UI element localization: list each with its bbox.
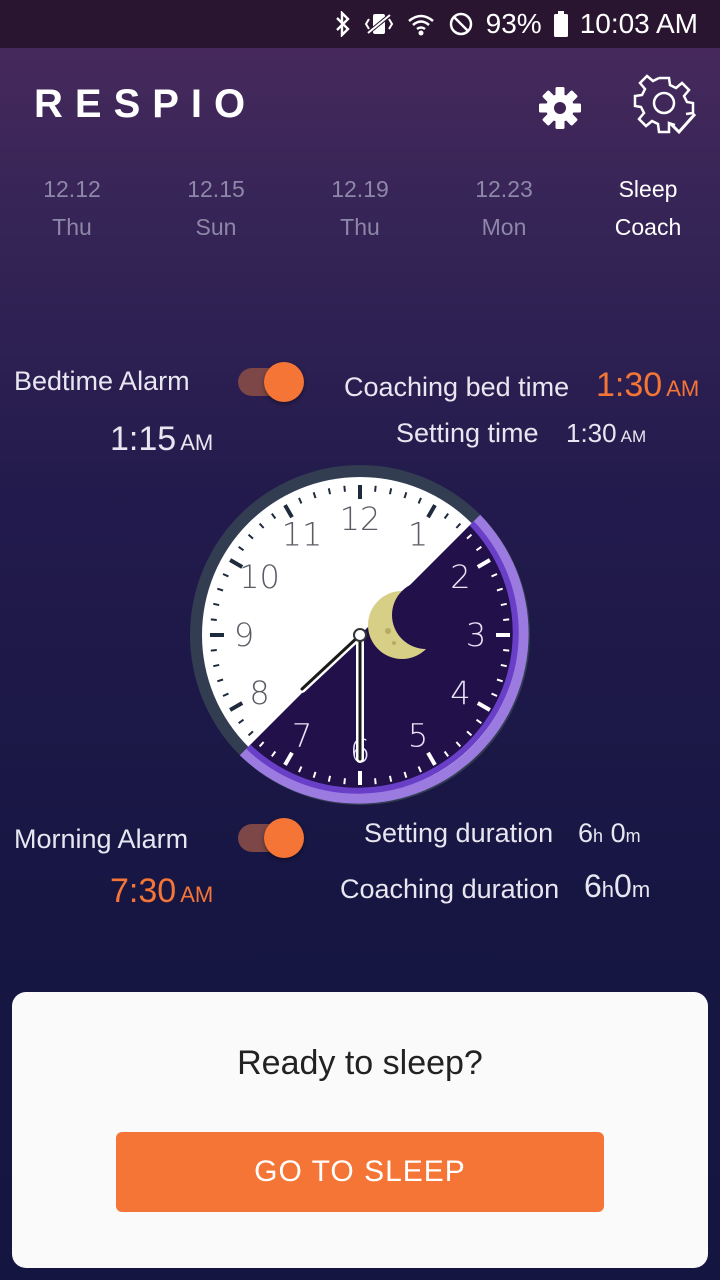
setting-time-value: 1:30 <box>566 418 617 448</box>
minute-tick <box>500 663 507 668</box>
clock-number-5: 5 <box>408 716 428 754</box>
coaching-bed-time-label: Coaching bed time <box>344 372 570 402</box>
sleep-clock-dial[interactable]: 121234567891011 <box>180 455 540 815</box>
bluetooth-icon <box>334 11 352 37</box>
clock-number-10: 10 <box>239 558 280 596</box>
hours-unit: h <box>601 877 615 902</box>
tab-day: Mon <box>481 214 527 240</box>
clock-number-3: 3 <box>466 616 486 654</box>
tab-day: Coach <box>614 214 682 240</box>
tab-12-15[interactable]: 12.15 Sun <box>144 170 288 250</box>
minute-tick <box>343 485 346 492</box>
settings-icon[interactable] <box>530 78 590 138</box>
tab-day: Thu <box>52 214 92 240</box>
clock-number-8: 8 <box>249 674 269 712</box>
tab-12-23[interactable]: 12.23 Mon <box>432 170 576 250</box>
tab-day: Sun <box>195 214 237 240</box>
tab-date: 12.15 <box>187 176 245 202</box>
minute-tick <box>374 778 377 785</box>
clock-number-12: 12 <box>340 500 381 538</box>
minute-tick <box>503 649 510 652</box>
vibrate-icon <box>364 11 394 37</box>
status-time: 10:03 AM <box>579 8 698 39</box>
setting-duration-minutes: 0 <box>610 818 626 848</box>
coaching-bed-time: 1:30 AM <box>596 366 699 405</box>
minute-tick <box>388 488 393 495</box>
date-tabs: 12.12 Thu 12.15 Sun 12.19 Thu 12.23 Mon … <box>0 170 720 250</box>
morning-alarm-time[interactable]: 7:30 AM <box>110 872 213 911</box>
battery-icon <box>553 11 568 37</box>
coaching-duration-hours: 6 <box>584 868 602 904</box>
clock-number-7: 7 <box>292 716 312 754</box>
minute-tick <box>500 602 507 607</box>
coaching-duration-label: Coaching duration <box>340 874 560 904</box>
clock-number-2: 2 <box>450 558 470 596</box>
minute-tick <box>343 778 346 785</box>
morning-time-value: 7:30 <box>110 872 177 910</box>
setting-time: 1:30 AM <box>566 418 646 449</box>
go-to-sleep-button[interactable]: GO TO SLEEP <box>116 1132 604 1212</box>
coaching-bed-time-value: 1:30 <box>596 366 663 404</box>
coaching-duration-value: 6h0m <box>584 868 650 905</box>
setting-duration-value: 6h 0m <box>578 818 641 849</box>
battery-percent: 93% <box>485 8 542 39</box>
hours-unit: h <box>593 826 604 846</box>
ready-to-sleep-text: Ready to sleep? <box>237 1044 483 1082</box>
minute-tick <box>327 488 332 495</box>
minute-tick <box>213 663 220 668</box>
bedtime-alarm-time[interactable]: 1:15 AM <box>110 420 213 459</box>
morning-alarm-toggle[interactable] <box>238 818 304 858</box>
tab-date: 12.12 <box>43 176 101 202</box>
toggle-knob <box>264 362 304 402</box>
app-title: RESPIO <box>34 82 258 126</box>
clock-number-4: 4 <box>450 674 470 712</box>
minute-tick <box>213 602 220 607</box>
bedtime-time-value: 1:15 <box>110 420 177 458</box>
coaching-bed-ampm: AM <box>666 376 700 401</box>
setting-duration-hours: 6 <box>578 818 594 848</box>
tab-date: 12.19 <box>331 176 389 202</box>
bedtime-alarm-label: Bedtime Alarm <box>14 366 190 396</box>
setting-duration-label: Setting duration <box>364 818 554 848</box>
do-not-disturb-icon <box>448 11 474 37</box>
clock-center <box>353 628 367 642</box>
tab-12-19[interactable]: 12.19 Thu <box>288 170 432 250</box>
clock-number-1: 1 <box>408 516 428 554</box>
minute-tick <box>327 775 332 782</box>
minute-tick <box>503 618 510 621</box>
minutes-unit: m <box>631 877 651 902</box>
bedtime-ampm: AM <box>180 430 214 455</box>
minute-tick <box>210 649 217 652</box>
coach-settings-icon[interactable] <box>633 72 699 138</box>
setting-time-label: Setting time <box>396 418 539 448</box>
wifi-icon <box>406 11 436 37</box>
toggle-knob <box>264 818 304 858</box>
tab-date: Sleep <box>618 176 678 202</box>
morning-alarm-label: Morning Alarm <box>14 824 189 854</box>
minutes-unit: m <box>625 826 641 846</box>
morning-ampm: AM <box>180 882 214 907</box>
setting-time-ampm: AM <box>620 427 647 446</box>
clock-number-11: 11 <box>282 516 323 554</box>
coaching-duration-minutes: 0 <box>614 868 632 904</box>
tab-12-12[interactable]: 12.12 Thu <box>0 170 144 250</box>
tab-day: Thu <box>340 214 380 240</box>
minute-tick <box>210 618 217 621</box>
tab-sleep-coach[interactable]: Sleep Coach <box>576 170 720 250</box>
clock-number-9: 9 <box>234 616 254 654</box>
status-bar: 93% 10:03 AM <box>0 0 720 48</box>
minute-tick <box>388 775 393 782</box>
bedtime-alarm-toggle[interactable] <box>238 362 304 402</box>
sleep-card: Ready to sleep? GO TO SLEEP <box>12 992 708 1268</box>
tab-date: 12.23 <box>475 176 533 202</box>
minute-tick <box>374 485 377 492</box>
